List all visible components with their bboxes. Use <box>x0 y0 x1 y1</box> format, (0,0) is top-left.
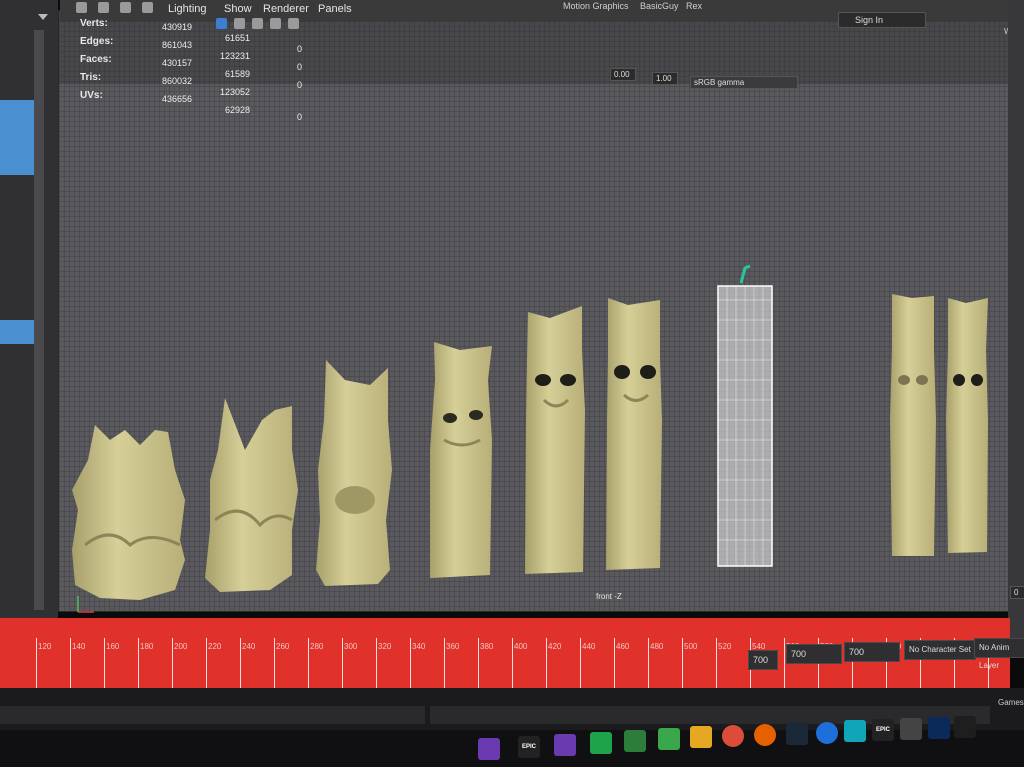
unreal-icon[interactable] <box>954 716 976 738</box>
chrome-icon[interactable] <box>722 725 744 747</box>
anim-layer-dropdown[interactable]: No Anim Layer <box>974 638 1024 670</box>
sculpt-model-5[interactable] <box>525 306 585 574</box>
range-end-field-3[interactable]: 700 <box>844 642 900 662</box>
right-panel-field[interactable]: 0 <box>1010 586 1024 599</box>
photo-app-icon[interactable] <box>624 730 646 752</box>
notes-app-icon[interactable] <box>658 728 680 750</box>
visual-studio-2-icon[interactable] <box>554 734 576 756</box>
sculpt-model-1[interactable] <box>72 425 185 600</box>
sculpt-model-8[interactable] <box>946 298 988 553</box>
axis-gizmo <box>77 596 94 613</box>
sculpt-model-wireframe[interactable] <box>717 264 773 567</box>
sculpt-model-7[interactable] <box>890 294 936 556</box>
range-slider-bar: 700 700 700 No Character Set No Anim Lay… <box>0 638 1024 670</box>
sculpt-model-3[interactable] <box>316 360 392 586</box>
sculpt-model-6[interactable] <box>606 298 662 570</box>
sublime-icon[interactable] <box>690 726 712 748</box>
calculator-icon[interactable] <box>900 718 922 740</box>
windows-taskbar: EPIC EPIC Games <box>0 698 1024 767</box>
command-input[interactable] <box>0 706 425 724</box>
camera-label: front -Z <box>596 592 622 601</box>
games-label[interactable]: Games <box>998 698 1024 707</box>
sculpt-model-2[interactable] <box>205 398 298 592</box>
steam-icon[interactable] <box>786 723 808 745</box>
epic-games-icon[interactable]: EPIC <box>518 736 540 758</box>
maya-icon[interactable] <box>844 720 866 742</box>
range-end-field-2[interactable]: 700 <box>786 644 842 664</box>
app-green-icon[interactable] <box>590 732 612 754</box>
firefox-icon[interactable] <box>754 724 776 746</box>
range-end-field-1[interactable]: 700 <box>748 650 778 670</box>
sculpt-model-4[interactable] <box>430 342 492 578</box>
visual-studio-icon[interactable] <box>478 738 500 760</box>
command-line-area <box>0 688 1024 730</box>
scene-models <box>72 264 988 613</box>
blue-app-icon[interactable] <box>816 722 838 744</box>
right-panel: 0 <box>1008 0 1024 650</box>
epic-launcher-icon[interactable]: EPIC <box>872 719 894 741</box>
character-set-dropdown[interactable]: No Character Set <box>904 640 976 660</box>
photoshop-icon[interactable] <box>928 717 950 739</box>
